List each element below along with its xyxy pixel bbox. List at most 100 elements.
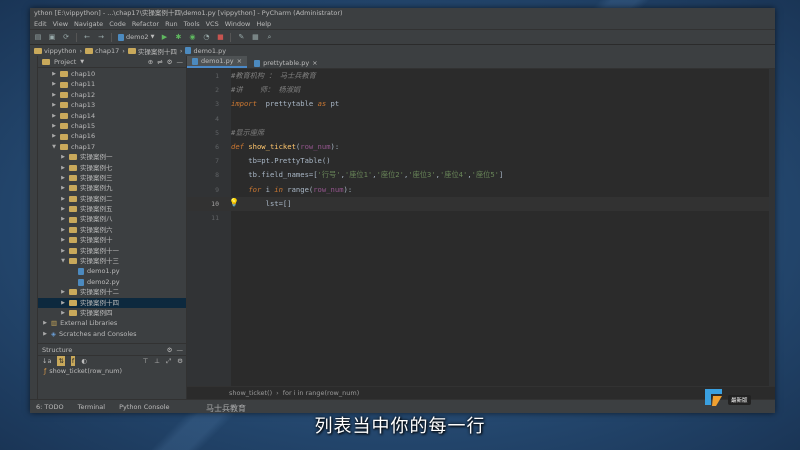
code-line-2[interactable]: #讲 师： 杨淑娟: [231, 83, 775, 97]
save-icon[interactable]: ▣: [48, 33, 56, 41]
hide-icon[interactable]: —: [177, 58, 187, 66]
autoscroll-icon[interactable]: ⤢: [166, 356, 171, 366]
breadcrumb-item[interactable]: for i in range(row_num): [283, 389, 359, 397]
code-line-3[interactable]: import prettytable as pt: [231, 97, 775, 111]
search-icon[interactable]: ⌕: [265, 33, 273, 41]
settings-wrench-icon[interactable]: ✎: [237, 33, 245, 41]
tree-item[interactable]: ▶ chap10: [38, 69, 186, 79]
hide-icon[interactable]: —: [177, 346, 187, 354]
tree-item[interactable]: ▶ 实操案例九: [38, 183, 186, 193]
code-line-7[interactable]: tb=pt.PrettyTable(): [231, 154, 775, 168]
lightbulb-icon[interactable]: 💡: [229, 198, 239, 207]
tab-demo1-py[interactable]: demo1.py ×: [187, 56, 248, 68]
menu-item-tools[interactable]: Tools: [184, 19, 200, 29]
nav-crumb[interactable]: vippython: [34, 47, 77, 55]
code-line-8[interactable]: tb.field_names=['行号','座位1','座位2','座位3','…: [231, 168, 775, 182]
close-icon[interactable]: ×: [237, 56, 242, 66]
tree-item[interactable]: ▶ 实操案例一: [38, 152, 186, 162]
menu-item-run[interactable]: Run: [165, 19, 177, 29]
menu-item-navigate[interactable]: Navigate: [74, 19, 103, 29]
tree-item[interactable]: ▶ 实操案例十二: [38, 287, 186, 297]
menu-item-code[interactable]: Code: [109, 19, 126, 29]
tree-item[interactable]: ▼ chap17: [38, 142, 186, 152]
status-tool-2[interactable]: Python Console: [119, 403, 169, 411]
coverage-icon[interactable]: ◉: [188, 33, 196, 41]
tree-item[interactable]: demo1.py: [38, 266, 186, 276]
code-line-11[interactable]: [231, 211, 775, 225]
tree-item[interactable]: ▶ 实操案例二: [38, 194, 186, 204]
scratch-icon: ◈: [51, 329, 56, 338]
menu-item-edit[interactable]: Edit: [34, 19, 47, 29]
nav-crumb[interactable]: demo1.py: [185, 47, 226, 55]
tree-item[interactable]: ▶ 实操案例十一: [38, 246, 186, 256]
tree-item[interactable]: ▶ chap11: [38, 79, 186, 89]
code-content[interactable]: #教育机构 ： 马士兵教育 #讲 师： 杨淑娟 import prettytab…: [231, 69, 775, 386]
tree-item[interactable]: ▶ chap14: [38, 111, 186, 121]
tree-item[interactable]: ▶ chap12: [38, 90, 186, 100]
project-panel-title[interactable]: Project: [54, 58, 76, 66]
folder-icon: [69, 237, 77, 244]
sort-alpha-icon[interactable]: ↓a: [42, 356, 51, 366]
expand-all-icon[interactable]: ⊤: [143, 356, 149, 366]
menu-item-refactor[interactable]: Refactor: [132, 19, 159, 29]
chevron-down-icon[interactable]: ▼: [80, 59, 84, 65]
code-line-10[interactable]: lst=[]: [231, 196, 775, 211]
tree-item[interactable]: demo2.py: [38, 277, 186, 287]
project-structure-icon[interactable]: ▦: [251, 33, 259, 41]
sort-type-icon[interactable]: ⇅: [57, 356, 65, 367]
run-icon[interactable]: ▶: [160, 33, 168, 41]
tree-item[interactable]: ▶ 实操案例十四: [38, 297, 186, 308]
menu-item-help[interactable]: Help: [256, 19, 271, 29]
tree-item[interactable]: ▶ chap15: [38, 121, 186, 131]
breadcrumb-item[interactable]: show_ticket(): [229, 389, 272, 397]
forward-icon[interactable]: →: [97, 33, 105, 41]
code-line-1[interactable]: #教育机构 ： 马士兵教育: [231, 69, 775, 83]
inherited-icon[interactable]: ◐: [81, 356, 87, 366]
menu-item-view[interactable]: View: [53, 19, 68, 29]
tree-item[interactable]: ▶ ◈ Scratches and Consoles: [38, 329, 186, 339]
status-tool-1[interactable]: Terminal: [78, 403, 105, 411]
tree-item[interactable]: ▶ 实操案例六: [38, 225, 186, 235]
tree-item[interactable]: ▶ 实操案例十: [38, 235, 186, 245]
structure-item[interactable]: ƒ show_ticket(row_num): [38, 366, 186, 376]
gear-icon[interactable]: ⚙: [177, 356, 186, 366]
run-config-select[interactable]: demo2 ▼: [118, 33, 154, 41]
code-line-4[interactable]: [231, 112, 775, 126]
collapse-icon[interactable]: ⇌: [157, 58, 162, 66]
nav-crumb[interactable]: chap17: [85, 47, 119, 55]
code-line-5[interactable]: #显示座席: [231, 126, 775, 140]
profile-icon[interactable]: ◔: [202, 33, 210, 41]
close-icon[interactable]: ×: [312, 58, 317, 68]
tree-item[interactable]: ▼ 实操案例十三: [38, 256, 186, 266]
chevron-down-icon: ▼: [150, 34, 155, 40]
gear-icon[interactable]: ⚙: [167, 346, 173, 354]
code-line-9[interactable]: for i in range(row_num):: [231, 183, 775, 197]
show-fields-icon[interactable]: f: [70, 356, 76, 367]
folder-icon: [60, 143, 68, 150]
tab-prettytable-py[interactable]: prettytable.py ×: [249, 58, 323, 68]
back-icon[interactable]: ←: [83, 33, 91, 41]
code-line-6[interactable]: def show_ticket(row_num):: [231, 140, 775, 154]
debug-icon[interactable]: ✱: [174, 33, 182, 41]
code-editor[interactable]: 1 2 3 4 5 6 7 8 9 10 11 #教育机构 ： 马士兵教育 #讲 师： 杨淑娟 im…: [187, 69, 775, 386]
editor-scrollbar[interactable]: [769, 69, 775, 386]
tree-item[interactable]: ▶ chap13: [38, 100, 186, 110]
nav-crumb[interactable]: 实操案例十四: [127, 46, 177, 56]
menu-item-window[interactable]: Window: [225, 19, 251, 29]
menu-item-vcs[interactable]: VCS: [206, 19, 219, 29]
tree-item[interactable]: ▶ 实操案例三: [38, 173, 186, 183]
status-tool-0[interactable]: 6: TODO: [36, 403, 64, 411]
tree-item[interactable]: ▶ chap16: [38, 131, 186, 141]
tree-item[interactable]: ▶ 实操案例八: [38, 214, 186, 224]
stop-icon[interactable]: ■: [216, 33, 224, 41]
locate-icon[interactable]: ⊕: [148, 58, 153, 66]
gear-icon[interactable]: ⚙: [167, 58, 173, 66]
open-folder-icon[interactable]: ▤: [34, 33, 42, 41]
tree-item[interactable]: ▶ 实操案例七: [38, 163, 186, 173]
chevron-right-icon: ▶: [61, 309, 65, 316]
tree-item[interactable]: ▶ 实操案例四: [38, 308, 186, 318]
collapse-all-icon[interactable]: ⊥: [154, 356, 160, 366]
sync-icon[interactable]: ⟳: [62, 33, 70, 41]
tree-item[interactable]: ▶ 实操案例五: [38, 204, 186, 214]
tree-item[interactable]: ▶ ▥ External Libraries: [38, 318, 186, 328]
